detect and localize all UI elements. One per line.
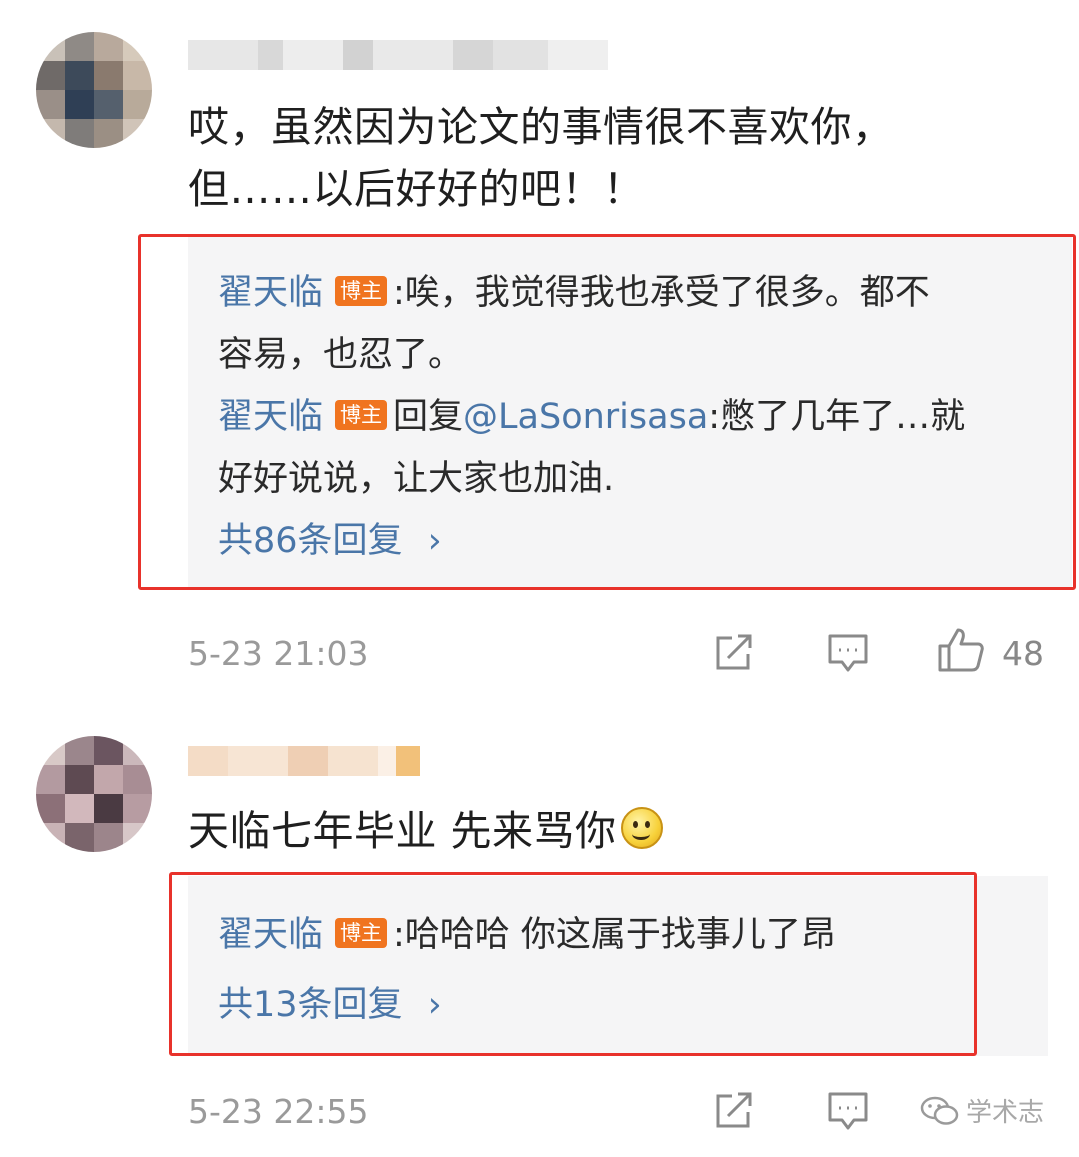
comment-line: 但……以后好好的吧！！ <box>188 165 645 213</box>
comment-text: 哎，虽然因为论文的事情很不喜欢你， 但……以后好好的吧！！ <box>188 96 1048 220</box>
mention-link[interactable]: @LaSonrisasa <box>463 397 708 437</box>
reply-text: :唉，我觉得我也承受了很多。都不 <box>393 273 930 313</box>
more-replies-link[interactable]: 共86条回复 › <box>218 510 1058 572</box>
more-replies-link[interactable]: 共13条回复 › <box>218 974 978 1036</box>
reply-text: :哈哈哈 你这属于找事儿了昂 <box>393 915 836 955</box>
like-icon[interactable] <box>936 626 986 674</box>
wechat-icon <box>920 1096 959 1125</box>
reply-text-cont: 容易，也忍了。 <box>218 335 464 375</box>
more-replies-label: 共86条回复 <box>218 521 403 561</box>
blogger-badge: 博主 <box>335 400 388 430</box>
reply-text-cont: 好好说说，让大家也加油. <box>218 459 615 499</box>
watermark: 学术志 <box>920 1092 1044 1129</box>
comment-text: 天临七年毕业 先来骂你 <box>188 800 1048 862</box>
reply-item[interactable]: 翟天临 博主 回复@LaSonrisasa:憋了几年了…就 <box>218 386 1058 448</box>
avatar[interactable] <box>36 32 152 148</box>
reply-author[interactable]: 翟天临 <box>218 915 323 955</box>
comment-time: 5-23 22:55 <box>188 1092 369 1131</box>
more-replies-label: 共13条回复 <box>218 985 403 1025</box>
avatar[interactable] <box>36 736 152 852</box>
like-count: 48 <box>1002 634 1044 673</box>
comment-time: 5-23 21:03 <box>188 634 369 673</box>
comment-line: 哎，虽然因为论文的事情很不喜欢你， <box>188 103 894 151</box>
comment-icon[interactable] <box>826 1090 870 1132</box>
share-icon[interactable] <box>712 1090 756 1132</box>
watermark-text: 学术志 <box>966 1098 1045 1128</box>
reply-author[interactable]: 翟天临 <box>218 273 323 313</box>
blogger-badge: 博主 <box>335 918 388 948</box>
reply-text: :憋了几年了…就 <box>708 397 966 437</box>
reply-list: 翟天临 博主:唉，我觉得我也承受了很多。都不 容易，也忍了。 翟天临 博主 回复@La… <box>218 262 1058 572</box>
username-blurred[interactable] <box>188 40 608 70</box>
chevron-right-icon: › <box>427 521 442 561</box>
reply-list: 翟天临 博主:哈哈哈 你这属于找事儿了昂 共13条回复 › <box>218 904 978 1036</box>
reply-author[interactable]: 翟天临 <box>218 397 323 437</box>
reply-item[interactable]: 翟天临 博主:唉，我觉得我也承受了很多。都不 <box>218 262 1058 324</box>
reply-item[interactable]: 翟天临 博主:哈哈哈 你这属于找事儿了昂 <box>218 904 978 966</box>
username-blurred[interactable] <box>188 746 420 776</box>
reply-prefix: 回复 <box>393 397 464 437</box>
smile-emoji <box>620 807 663 849</box>
blogger-badge: 博主 <box>335 276 388 306</box>
chevron-right-icon: › <box>427 985 442 1025</box>
share-icon[interactable] <box>712 632 756 674</box>
comment-icon[interactable] <box>826 632 870 674</box>
comment-line: 天临七年毕业 先来骂你 <box>188 807 617 855</box>
